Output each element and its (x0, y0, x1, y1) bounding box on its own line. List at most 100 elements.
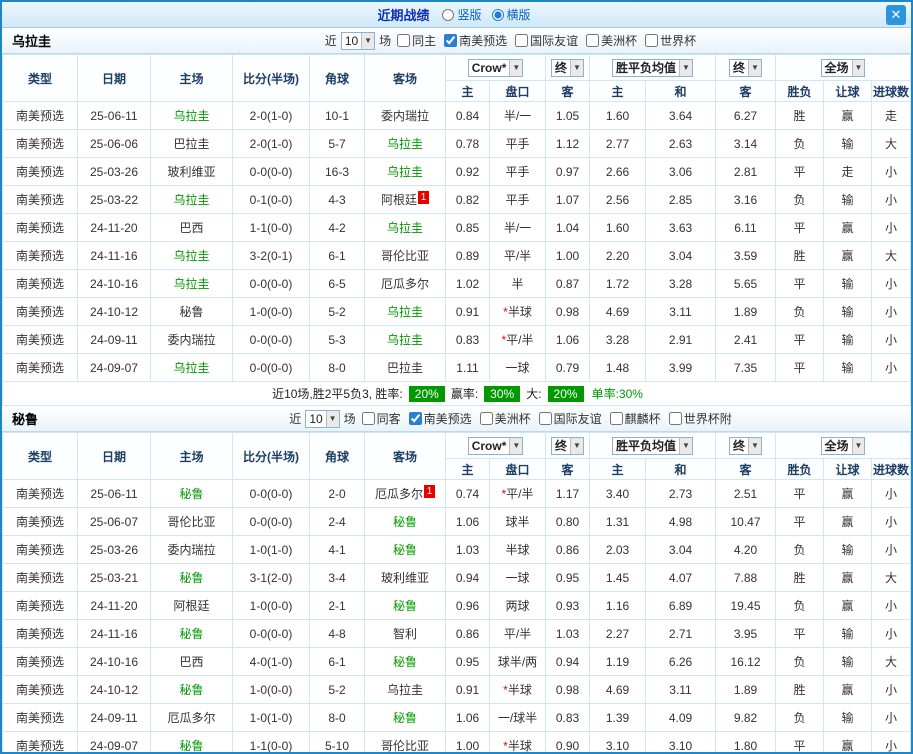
filter-checkbox-input[interactable] (586, 34, 600, 47)
match-row: 南美预选 24-11-20 巴西 1-1(0-0) 4-2 乌拉圭 0.85 半/一 1.04 1… (2, 213, 911, 242)
filter-checkbox-input[interactable] (361, 412, 375, 425)
col-header-date: 日期 (77, 432, 151, 480)
league-type-cell: 南美预选 (2, 703, 78, 732)
away-team-cell: 秘鲁 (364, 507, 446, 536)
filter-checkbox-input[interactable] (538, 412, 552, 425)
team-name-text: 巴拉圭 (386, 361, 423, 375)
team-name-text: 哥伦比亚 (380, 739, 429, 753)
score-cell: 0-0(0-0) (232, 507, 310, 536)
avg-home-cell: 3.28 (589, 325, 646, 354)
final-odds-header: 终 ▼ (545, 54, 590, 81)
view-option-horizontal[interactable]: 横版 (491, 6, 531, 23)
home-team-cell: 乌拉圭 (150, 241, 233, 270)
result-cell: 平 (775, 731, 824, 752)
avg-away-cell: 3.59 (715, 241, 776, 270)
score-cell: 1-0(0-0) (232, 297, 310, 326)
odds-company-select[interactable]: Crow* ▼ (467, 436, 524, 455)
goals-result-cell: 大 (871, 241, 911, 270)
view-option-vertical[interactable]: 竖版 (442, 6, 482, 23)
horizontal-label: 横版 (506, 8, 531, 22)
odds-company-select[interactable]: Crow* ▼ (467, 58, 524, 77)
avg-away-cell: 3.16 (715, 185, 776, 214)
filter-checkbox[interactable]: 国际友谊 (515, 32, 578, 49)
near-count-select[interactable]: 10 ▼ (305, 409, 340, 428)
final-average-select[interactable]: 终 ▼ (729, 58, 762, 77)
filter-checkbox-label: 美洲杯 (601, 34, 638, 48)
avg-home-cell: 2.03 (589, 535, 646, 564)
filter-checkbox[interactable]: 国际友谊 (538, 410, 602, 427)
filter-checkbox[interactable]: 南美预选 (444, 32, 507, 49)
team-name-text: 秘鲁 (392, 711, 417, 725)
away-team-cell: 厄瓜多尔 (364, 269, 446, 298)
handicap-star: * (503, 683, 508, 697)
filter-checkbox-label: 南美预选 (423, 412, 472, 426)
league-type-cell: 南美预选 (2, 535, 78, 564)
final-odds-select[interactable]: 终 ▼ (551, 436, 584, 455)
avg-draw-cell: 6.26 (645, 647, 716, 676)
avg-draw-cell: 3.04 (645, 535, 716, 564)
team-name-text: 秘鲁 (392, 655, 417, 669)
avg-home-cell: 1.39 (589, 703, 646, 732)
sub-header-avg-away: 客 (715, 80, 776, 102)
sub-header-avg-home: 主 (589, 458, 646, 480)
handicap-cell: *半球 (489, 731, 546, 752)
full-match-select[interactable]: 全场 ▼ (820, 58, 866, 77)
full-match-select[interactable]: 全场 ▼ (820, 436, 866, 455)
col-header-type: 类型 (2, 432, 78, 480)
home-team-cell: 秘鲁 (150, 675, 233, 704)
avg-home-cell: 3.10 (589, 731, 646, 752)
filter-checkbox-input[interactable] (609, 412, 623, 425)
filter-checkbox[interactable]: 麒麟杯 (609, 410, 661, 427)
final-average-select[interactable]: 终 ▼ (729, 436, 762, 455)
near-count-select[interactable]: 10 ▼ (340, 31, 376, 50)
handicap-result-cell: 输 (823, 297, 872, 326)
score-cell: 4-0(1-0) (232, 647, 310, 676)
filter-checkbox-input[interactable] (444, 34, 458, 47)
match-row: 南美预选 25-03-26 委内瑞拉 1-0(1-0) 4-1 秘鲁 1.03 半球 0.86 2… (2, 535, 911, 564)
team-name-text: 玻利维亚 (167, 165, 216, 179)
filter-checkbox[interactable]: 同主 (397, 32, 436, 49)
league-type-cell: 南美预选 (2, 185, 78, 214)
near-label: 近 (289, 412, 302, 426)
handicap-cell: 半球 (489, 535, 546, 564)
close-button[interactable]: ✕ (886, 5, 906, 25)
filter-checkbox-input[interactable] (668, 412, 682, 425)
corner-cell: 8-0 (309, 353, 365, 382)
home-team-cell: 巴西 (150, 213, 233, 242)
result-cell: 胜 (775, 563, 824, 592)
handicap-star: * (503, 305, 508, 319)
avg-draw-cell: 6.89 (645, 591, 716, 620)
league-type-cell: 南美预选 (2, 507, 78, 536)
avg-home-cell: 1.16 (589, 591, 646, 620)
vertical-label: 竖版 (457, 8, 482, 22)
handicap-result-cell: 输 (823, 269, 872, 298)
filter-checkbox[interactable]: 南美预选 (408, 410, 472, 427)
wdl-average-select[interactable]: 胜平负均值 ▼ (612, 58, 693, 77)
filter-checkbox[interactable]: 美洲杯 (586, 32, 637, 49)
filter-checkbox[interactable]: 世界杯 (645, 32, 696, 49)
match-row: 南美预选 24-10-12 秘鲁 1-0(0-0) 5-2 乌拉圭 0.91 *半球 0.98 4… (2, 297, 911, 326)
home-odds-cell: 0.95 (445, 647, 490, 676)
avg-draw-cell: 2.73 (645, 479, 716, 508)
away-odds-cell: 0.97 (545, 157, 590, 186)
filter-checkbox[interactable]: 美洲杯 (479, 410, 531, 427)
horizontal-radio[interactable] (491, 8, 504, 21)
filter-checkbox-input[interactable] (408, 412, 422, 425)
goals-result-cell: 走 (871, 101, 911, 130)
home-odds-cell: 0.74 (445, 479, 490, 508)
filter-checkbox-input[interactable] (515, 34, 529, 47)
filter-checkbox-input[interactable] (645, 34, 659, 47)
team-section-uruguay: 乌拉圭 近 10 ▼ 场同主 南美预选 国际友谊 美洲杯 世界杯 类型 日期 主场 比分(半场… (2, 28, 911, 406)
vertical-radio[interactable] (442, 8, 455, 21)
team-section-peru: 秘鲁 近 10 ▼ 场同客 南美预选 美洲杯 国际友谊 麒麟杯 世界杯附 类型 日期 主场 比分… (2, 406, 911, 753)
filter-checkbox[interactable]: 世界杯附 (668, 410, 732, 427)
filter-checkbox-input[interactable] (397, 34, 411, 47)
final-odds-select[interactable]: 终 ▼ (551, 58, 584, 77)
result-cell: 负 (775, 185, 824, 214)
match-row: 南美预选 25-03-21 秘鲁 3-1(2-0) 3-4 玻利维亚 0.94 一球 0.95 1… (2, 563, 911, 592)
wdl-average-select[interactable]: 胜平负均值 ▼ (612, 436, 693, 455)
filter-checkbox[interactable]: 同客 (361, 410, 401, 427)
filter-checkbox-input[interactable] (479, 412, 493, 425)
corner-cell: 5-3 (309, 325, 365, 354)
handicap-cell: 平/半 (489, 241, 546, 270)
